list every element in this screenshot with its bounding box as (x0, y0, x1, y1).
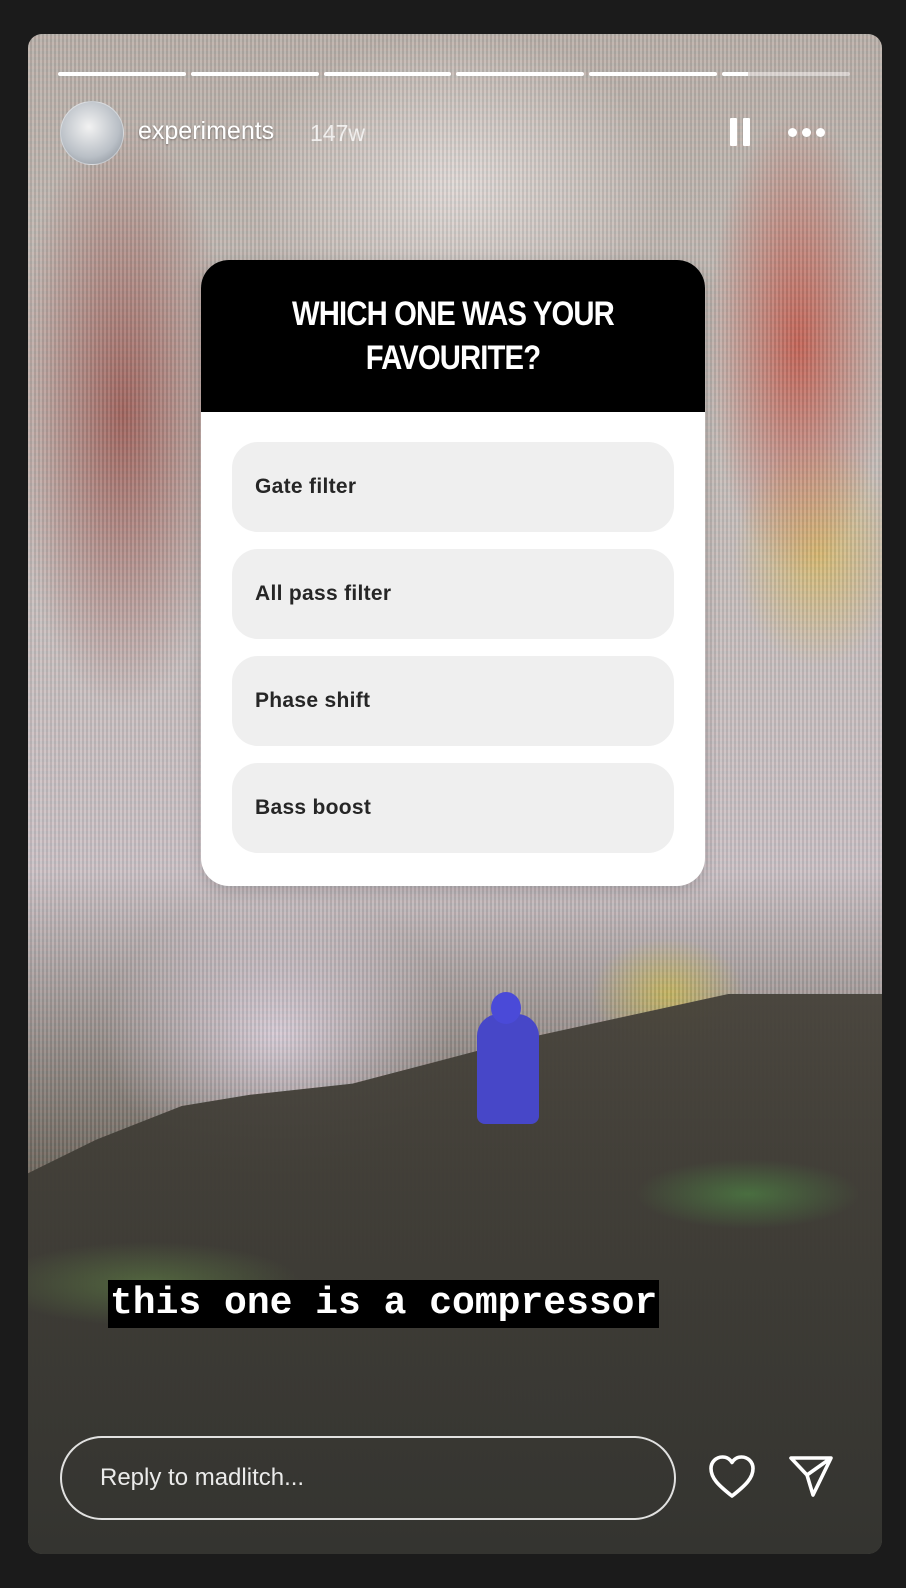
more-options-icon[interactable] (788, 118, 834, 146)
heart-icon[interactable] (708, 1454, 756, 1500)
username[interactable]: experiments (138, 117, 274, 146)
progress-segment (722, 72, 850, 76)
progress-segment (456, 72, 585, 76)
poll-option[interactable]: All pass filter (232, 549, 674, 639)
progress-segment (589, 72, 718, 76)
story-caption: this one is a compressor (108, 1280, 660, 1328)
timestamp: 147w (310, 120, 365, 146)
poll-option[interactable]: Bass boost (232, 763, 674, 853)
poll-header: WHICH ONE WAS YOUR FAVOURITE? (201, 260, 705, 412)
poll-question: WHICH ONE WAS YOUR FAVOURITE? (292, 295, 615, 377)
person-figure (473, 992, 543, 1132)
avatar[interactable] (60, 101, 124, 165)
poll-sticker: WHICH ONE WAS YOUR FAVOURITE? Gate filte… (201, 260, 705, 886)
progress-segment (58, 72, 186, 76)
poll-options: Gate filter All pass filter Phase shift … (201, 412, 705, 853)
poll-option[interactable]: Gate filter (232, 442, 674, 532)
reply-input[interactable] (60, 1436, 676, 1520)
send-icon[interactable] (788, 1454, 834, 1498)
pause-icon[interactable] (728, 116, 754, 148)
progress-segment (323, 72, 452, 76)
progress-segment (190, 72, 319, 76)
poll-option[interactable]: Phase shift (232, 656, 674, 746)
story-progress (58, 72, 850, 76)
